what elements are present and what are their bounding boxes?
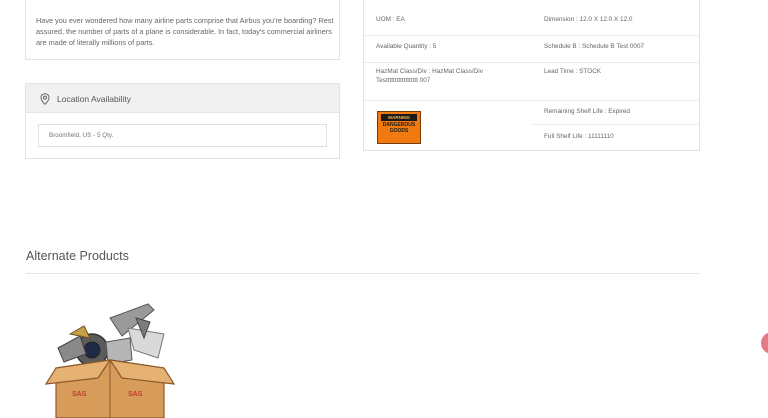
hazmat-warning-text: WARNING xyxy=(381,114,417,121)
description-card: Have you ever wondered how many airline … xyxy=(25,0,340,60)
location-availability-header: Location Availability xyxy=(26,84,339,113)
hazmat-class-text: HazMat Class/Div : HazMat Class/Div xyxy=(376,68,483,75)
parts-box-image[interactable]: SAS SAS xyxy=(40,298,180,418)
spec-row: Remaining Shelf Life : Expired xyxy=(532,100,699,125)
location-availability-card: Location Availability Broomfield, US - 5… xyxy=(25,83,340,159)
description-text: Have you ever wondered how many airline … xyxy=(36,16,334,47)
available-quantity-text: Available Quantity : 5 xyxy=(376,43,437,50)
location-availability-title: Location Availability xyxy=(57,94,132,104)
product-specs-card: UOM : EA Dimension : 12.0 X 12.0 X 12.0 … xyxy=(363,0,700,151)
chat-launcher-button[interactable] xyxy=(761,332,768,354)
alternate-products-title: Alternate Products xyxy=(26,249,129,263)
location-list-item: Broomfield, US - 5 Qty. xyxy=(38,124,327,147)
hazmat-label-cell: WARNING DANGEROUS GOODS xyxy=(364,100,524,152)
aircraft-parts-illustration xyxy=(57,303,165,367)
uom-text: UOM : EA xyxy=(376,16,405,23)
box-brand-label-right: SAS xyxy=(128,391,143,398)
hazmat-goods-text: GOODS xyxy=(389,127,409,134)
remaining-shelf-life-text: Remaining Shelf Life : Expired xyxy=(544,108,630,115)
schedule-b-text: Schedule B : Schedule B Test 0007 xyxy=(544,43,645,50)
box-brand-label-left: SAS xyxy=(72,391,87,398)
dangerous-goods-warning-icon: WARNING DANGEROUS GOODS xyxy=(377,111,421,144)
spec-row: Full Shelf Life : 11111110 xyxy=(532,124,699,150)
spec-row: HazMat Class/Div : HazMat Class/Div Test… xyxy=(364,62,699,101)
section-divider xyxy=(26,273,700,274)
hazmat-class-text-continued: Testttttttttttttttttt 007 xyxy=(376,77,431,84)
spec-row: UOM : EA Dimension : 12.0 X 12.0 X 12.0 xyxy=(364,0,699,36)
dimension-text: Dimension : 12.0 X 12.0 X 12.0 xyxy=(544,16,633,23)
spec-row: Available Quantity : 5 Schedule B : Sche… xyxy=(364,35,699,63)
location-quantity-text: Broomfield, US - 5 Qty. xyxy=(49,132,114,139)
full-shelf-life-text: Full Shelf Life : 11111110 xyxy=(544,133,614,140)
cardboard-box: SAS SAS xyxy=(44,359,176,418)
lead-time-text: Lead Time : STOCK xyxy=(544,68,602,75)
location-pin-icon xyxy=(40,93,50,105)
